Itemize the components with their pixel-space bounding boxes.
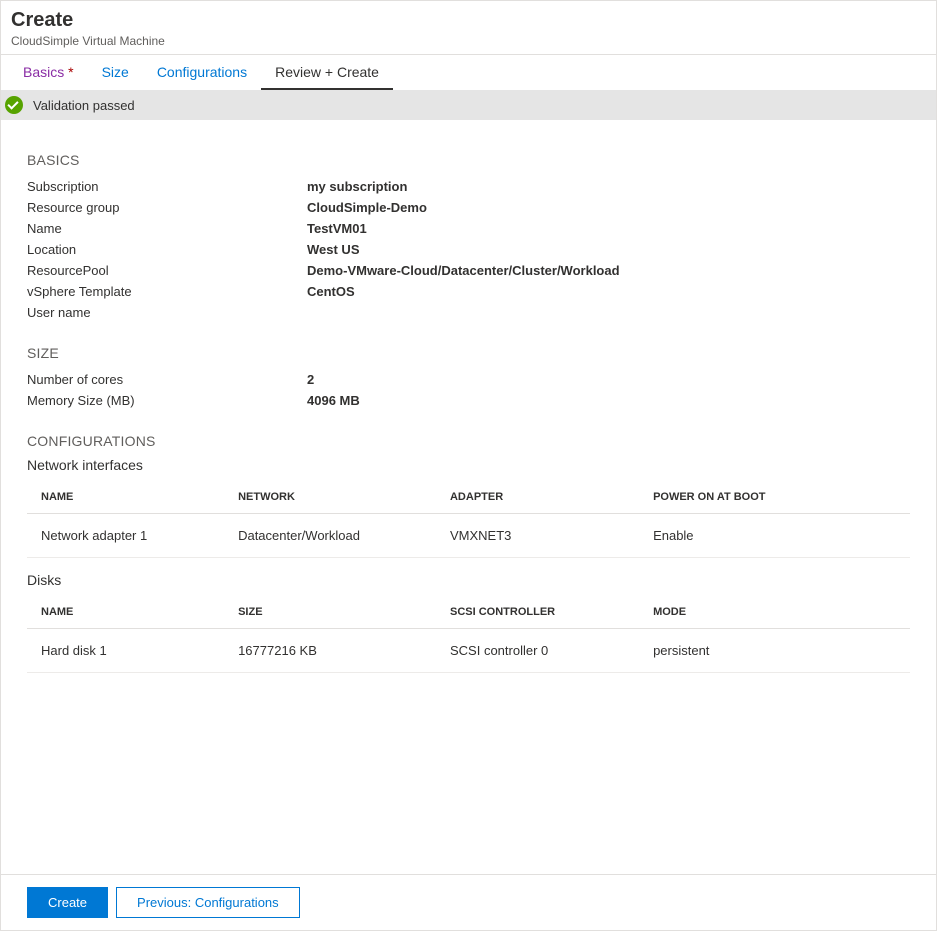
table-row: Network adapter 1 Datacenter/Workload VM… bbox=[27, 514, 910, 558]
review-content: BASICS Subscription my subscription Reso… bbox=[1, 120, 936, 697]
col-power-on-boot: POWER ON AT BOOT bbox=[645, 481, 910, 514]
table-header-row: NAME SIZE SCSI CONTROLLER MODE bbox=[27, 596, 910, 629]
previous-button[interactable]: Previous: Configurations bbox=[116, 887, 300, 918]
cell-nic-boot: Enable bbox=[645, 514, 910, 558]
col-network: NETWORK bbox=[230, 481, 442, 514]
tab-size[interactable]: Size bbox=[88, 55, 143, 90]
page-subtitle: CloudSimple Virtual Machine bbox=[11, 34, 926, 48]
label-resource-pool: ResourcePool bbox=[27, 263, 307, 278]
label-subscription: Subscription bbox=[27, 179, 307, 194]
section-size-title: SIZE bbox=[27, 345, 910, 361]
value-name: TestVM01 bbox=[307, 221, 367, 236]
table-row: Hard disk 1 16777216 KB SCSI controller … bbox=[27, 629, 910, 673]
row-vsphere-template: vSphere Template CentOS bbox=[27, 281, 910, 302]
col-disk-size: SIZE bbox=[230, 596, 442, 629]
tab-configurations[interactable]: Configurations bbox=[143, 55, 261, 90]
value-resource-pool: Demo-VMware-Cloud/Datacenter/Cluster/Wor… bbox=[307, 263, 620, 278]
validation-banner: Validation passed bbox=[1, 90, 936, 120]
section-configurations-title: CONFIGURATIONS bbox=[27, 433, 910, 449]
cell-nic-name: Network adapter 1 bbox=[27, 514, 230, 558]
page-header: Create CloudSimple Virtual Machine bbox=[1, 1, 936, 55]
wizard-footer: Create Previous: Configurations bbox=[1, 874, 936, 930]
create-button[interactable]: Create bbox=[27, 887, 108, 918]
label-vsphere-template: vSphere Template bbox=[27, 284, 307, 299]
tabs-bar: Basics Size Configurations Review + Crea… bbox=[1, 55, 936, 90]
success-icon bbox=[5, 96, 23, 114]
col-disk-name: NAME bbox=[27, 596, 230, 629]
page-title: Create bbox=[11, 9, 926, 32]
value-subscription: my subscription bbox=[307, 179, 407, 194]
cell-disk-name: Hard disk 1 bbox=[27, 629, 230, 673]
label-location: Location bbox=[27, 242, 307, 257]
row-subscription: Subscription my subscription bbox=[27, 176, 910, 197]
validation-message: Validation passed bbox=[33, 98, 135, 113]
row-cores: Number of cores 2 bbox=[27, 369, 910, 390]
value-memory: 4096 MB bbox=[307, 393, 360, 408]
value-vsphere-template: CentOS bbox=[307, 284, 355, 299]
network-interfaces-table: NAME NETWORK ADAPTER POWER ON AT BOOT Ne… bbox=[27, 481, 910, 558]
row-name: Name TestVM01 bbox=[27, 218, 910, 239]
cell-nic-adapter: VMXNET3 bbox=[442, 514, 645, 558]
col-name: NAME bbox=[27, 481, 230, 514]
label-resource-group: Resource group bbox=[27, 200, 307, 215]
label-cores: Number of cores bbox=[27, 372, 307, 387]
table-header-row: NAME NETWORK ADAPTER POWER ON AT BOOT bbox=[27, 481, 910, 514]
subsection-network-title: Network interfaces bbox=[27, 457, 910, 473]
row-memory: Memory Size (MB) 4096 MB bbox=[27, 390, 910, 411]
row-location: Location West US bbox=[27, 239, 910, 260]
row-resource-pool: ResourcePool Demo-VMware-Cloud/Datacente… bbox=[27, 260, 910, 281]
value-location: West US bbox=[307, 242, 360, 257]
value-cores: 2 bbox=[307, 372, 314, 387]
cell-nic-network: Datacenter/Workload bbox=[230, 514, 442, 558]
col-scsi-controller: SCSI CONTROLLER bbox=[442, 596, 645, 629]
disks-table: NAME SIZE SCSI CONTROLLER MODE Hard disk… bbox=[27, 596, 910, 673]
col-adapter: ADAPTER bbox=[442, 481, 645, 514]
row-resource-group: Resource group CloudSimple-Demo bbox=[27, 197, 910, 218]
label-memory: Memory Size (MB) bbox=[27, 393, 307, 408]
cell-disk-scsi: SCSI controller 0 bbox=[442, 629, 645, 673]
cell-disk-size: 16777216 KB bbox=[230, 629, 442, 673]
tab-basics[interactable]: Basics bbox=[9, 55, 88, 90]
cell-disk-mode: persistent bbox=[645, 629, 910, 673]
row-user-name: User name bbox=[27, 302, 910, 323]
subsection-disks-title: Disks bbox=[27, 572, 910, 588]
tab-review-create[interactable]: Review + Create bbox=[261, 55, 393, 90]
section-basics-title: BASICS bbox=[27, 152, 910, 168]
label-user-name: User name bbox=[27, 305, 307, 320]
col-mode: MODE bbox=[645, 596, 910, 629]
value-resource-group: CloudSimple-Demo bbox=[307, 200, 427, 215]
label-name: Name bbox=[27, 221, 307, 236]
